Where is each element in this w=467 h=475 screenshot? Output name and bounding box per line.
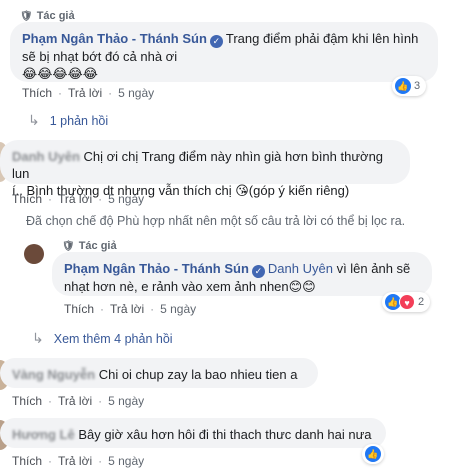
like-link[interactable]: Thích bbox=[22, 86, 52, 100]
avatar[interactable] bbox=[24, 244, 44, 264]
badge-label: Tác giả bbox=[36, 10, 75, 22]
comment-bubble: Vàng Nguyễn Chi oi chup zay la bao nhieu… bbox=[0, 358, 318, 388]
badge-label: Tác giả bbox=[78, 240, 117, 252]
reaction-count: 2 bbox=[418, 296, 425, 308]
reply-link[interactable]: Trả lời bbox=[58, 454, 92, 468]
reaction-summary[interactable]: 👍 3 bbox=[392, 76, 427, 96]
comment-bubble: Danh Uyên Chị ơi chị Trang điểm này nhìn… bbox=[0, 140, 410, 198]
comment-actions: Thích · Trả lời · 5 ngày bbox=[12, 454, 145, 468]
comment-author[interactable]: Phạm Ngân Thảo - Thánh Sún bbox=[22, 31, 207, 46]
comment-bubble: Phạm Ngân Thảo - Thánh Sún ✓ Trang điểm ph… bbox=[10, 22, 438, 82]
like-reaction-icon: 👍 bbox=[395, 78, 411, 94]
reply-arrow-icon: ↳ bbox=[32, 330, 44, 346]
reply-arrow-icon: ↳ bbox=[28, 112, 40, 128]
comment-text: Chi oi chup zay la bao nhieu tien a bbox=[98, 367, 298, 382]
reply-text-line2: nhạt hơn nè, e rảnh vào xem ảnh nhen😊😊 bbox=[64, 279, 316, 294]
comment-bubble: Hương Lê Bây giờ xâu hơn hôi đi thi thac… bbox=[0, 418, 386, 448]
reaction-summary[interactable]: 👍 ♥ 2 bbox=[382, 292, 431, 312]
timestamp[interactable]: 5 ngày bbox=[108, 192, 144, 206]
like-link[interactable]: Thích bbox=[12, 454, 42, 468]
timestamp[interactable]: 5 ngày bbox=[160, 302, 196, 316]
comment-author[interactable]: Hương Lê bbox=[12, 427, 75, 442]
comment-text-line2: sẽ bị nhạt bớt đó cả nhà ơi bbox=[22, 49, 178, 64]
reply-link[interactable]: Trả lời bbox=[58, 192, 92, 206]
comment-actions: Thích · Trả lời · 5 ngày bbox=[12, 394, 145, 408]
view-replies-link[interactable]: ↳ 1 phản hồi bbox=[28, 112, 108, 129]
heart-reaction-icon: ♥ bbox=[399, 294, 415, 310]
reaction-count: 3 bbox=[414, 80, 421, 92]
filter-notice: Đã chọn chế độ Phù hợp nhất nên một số c… bbox=[26, 214, 406, 228]
like-link[interactable]: Thích bbox=[12, 394, 42, 408]
like-link[interactable]: Thích bbox=[12, 192, 42, 206]
more-replies-label: Xem thêm 4 phản hồi bbox=[53, 331, 173, 346]
timestamp[interactable]: 5 ngày bbox=[108, 394, 144, 408]
comment-actions: Thích · Trả lời · 5 ngày bbox=[22, 86, 155, 100]
author-badge: 🛡 Tác giả bbox=[62, 240, 117, 252]
verified-icon: ✓ bbox=[251, 265, 265, 278]
reaction-summary[interactable]: 👍 bbox=[362, 444, 384, 464]
reply-actions: Thích · Trả lời · 5 ngày bbox=[64, 302, 197, 316]
comment-text: Bây giờ xâu hơn hôi đi thi thach thưc da… bbox=[78, 427, 372, 442]
emoji-row: 😂😂😂😂😂 bbox=[22, 66, 98, 81]
reply-author[interactable]: Phạm Ngân Thảo - Thánh Sún bbox=[64, 261, 249, 276]
shield-icon: 🛡 bbox=[20, 10, 33, 22]
shield-icon: 🛡 bbox=[62, 240, 75, 252]
more-replies-link[interactable]: ↳ Xem thêm 4 phản hồi bbox=[32, 330, 173, 347]
like-link[interactable]: Thích bbox=[64, 302, 94, 316]
view-replies-label: 1 phản hồi bbox=[49, 113, 109, 128]
reply-link[interactable]: Trả lời bbox=[68, 86, 102, 100]
verified-icon: ✓ bbox=[209, 35, 223, 48]
comment-actions: Thích · Trả lời · 5 ngày bbox=[12, 192, 145, 206]
mention-link[interactable]: Danh Uyên bbox=[268, 261, 333, 276]
comment-author[interactable]: Danh Uyên bbox=[12, 149, 80, 164]
like-reaction-icon: 👍 bbox=[365, 446, 381, 462]
comment-author[interactable]: Vàng Nguyễn bbox=[12, 367, 95, 382]
reply-link[interactable]: Trả lời bbox=[110, 302, 144, 316]
reply-bubble: Phạm Ngân Thảo - Thánh Sún ✓ Danh Uyên vì … bbox=[52, 252, 432, 296]
reply-link[interactable]: Trả lời bbox=[58, 394, 92, 408]
author-badge: 🛡 Tác giả bbox=[20, 10, 75, 22]
comment-text: Trang điểm phải đậm khi lên hình bbox=[225, 31, 419, 46]
reply-text: vì lên ảnh sẽ bbox=[336, 261, 411, 276]
timestamp[interactable]: 5 ngày bbox=[118, 86, 154, 100]
timestamp[interactable]: 5 ngày bbox=[108, 454, 144, 468]
